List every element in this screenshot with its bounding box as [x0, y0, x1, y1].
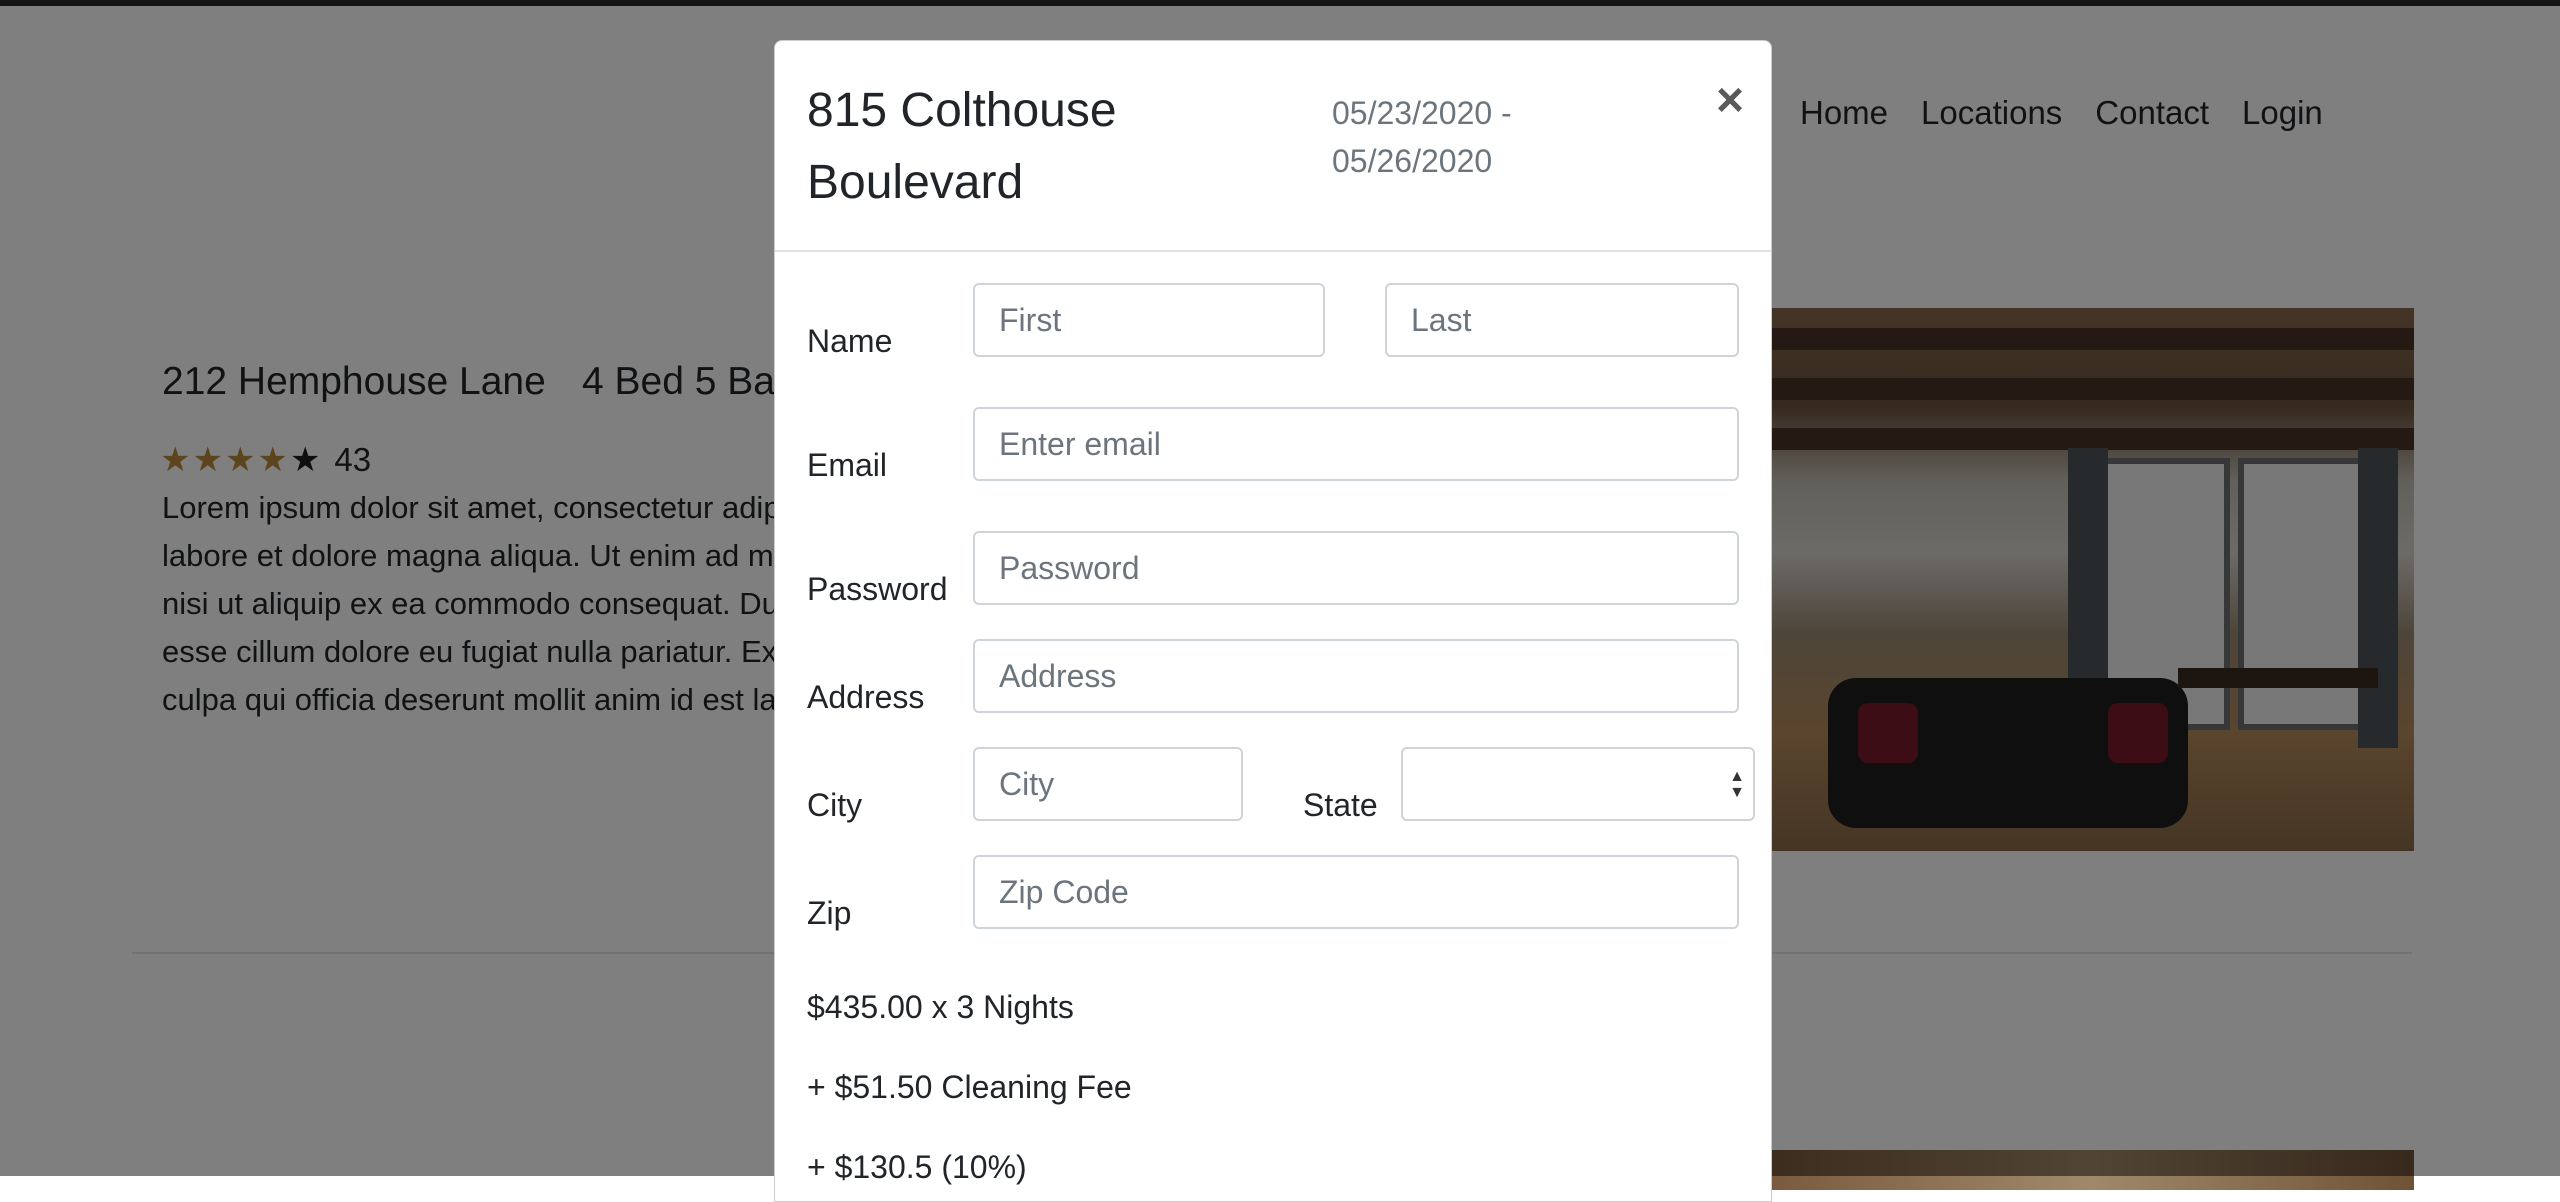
- address-label: Address: [807, 679, 925, 715]
- address-input[interactable]: [973, 639, 1739, 713]
- price-cleaning-fee: + $51.50 Cleaning Fee: [807, 1069, 1132, 1105]
- booking-dates: 05/23/2020 - 05/26/2020: [1332, 95, 1512, 179]
- price-nights: $435.00 x 3 Nights: [807, 989, 1074, 1025]
- last-name-input[interactable]: [1385, 283, 1739, 357]
- state-label: State: [1303, 787, 1378, 823]
- email-label: Email: [807, 447, 888, 483]
- city-label: City: [807, 787, 863, 823]
- email-input[interactable]: [973, 407, 1739, 481]
- first-name-input[interactable]: [973, 283, 1325, 357]
- price-tax: + $130.5 (10%): [807, 1149, 1027, 1185]
- modal-title: 815 Colthouse Boulevard: [807, 84, 1117, 209]
- page: Home Locations Contact Login 212 Hemphou…: [0, 0, 2560, 1202]
- state-select[interactable]: ▲ ▼: [1401, 747, 1755, 821]
- booking-modal: 815 Colthouse Boulevard 05/23/2020 - 05/…: [774, 40, 1772, 1202]
- select-arrows-icon: ▲ ▼: [1729, 768, 1745, 801]
- zip-label: Zip: [807, 895, 852, 931]
- password-input[interactable]: [973, 531, 1739, 605]
- password-label: Password: [807, 571, 948, 607]
- city-input[interactable]: [973, 747, 1243, 821]
- zip-input[interactable]: [973, 855, 1739, 929]
- name-label: Name: [807, 323, 893, 359]
- close-icon[interactable]: ×: [1705, 71, 1755, 131]
- modal-header: 815 Colthouse Boulevard 05/23/2020 - 05/…: [775, 41, 1771, 252]
